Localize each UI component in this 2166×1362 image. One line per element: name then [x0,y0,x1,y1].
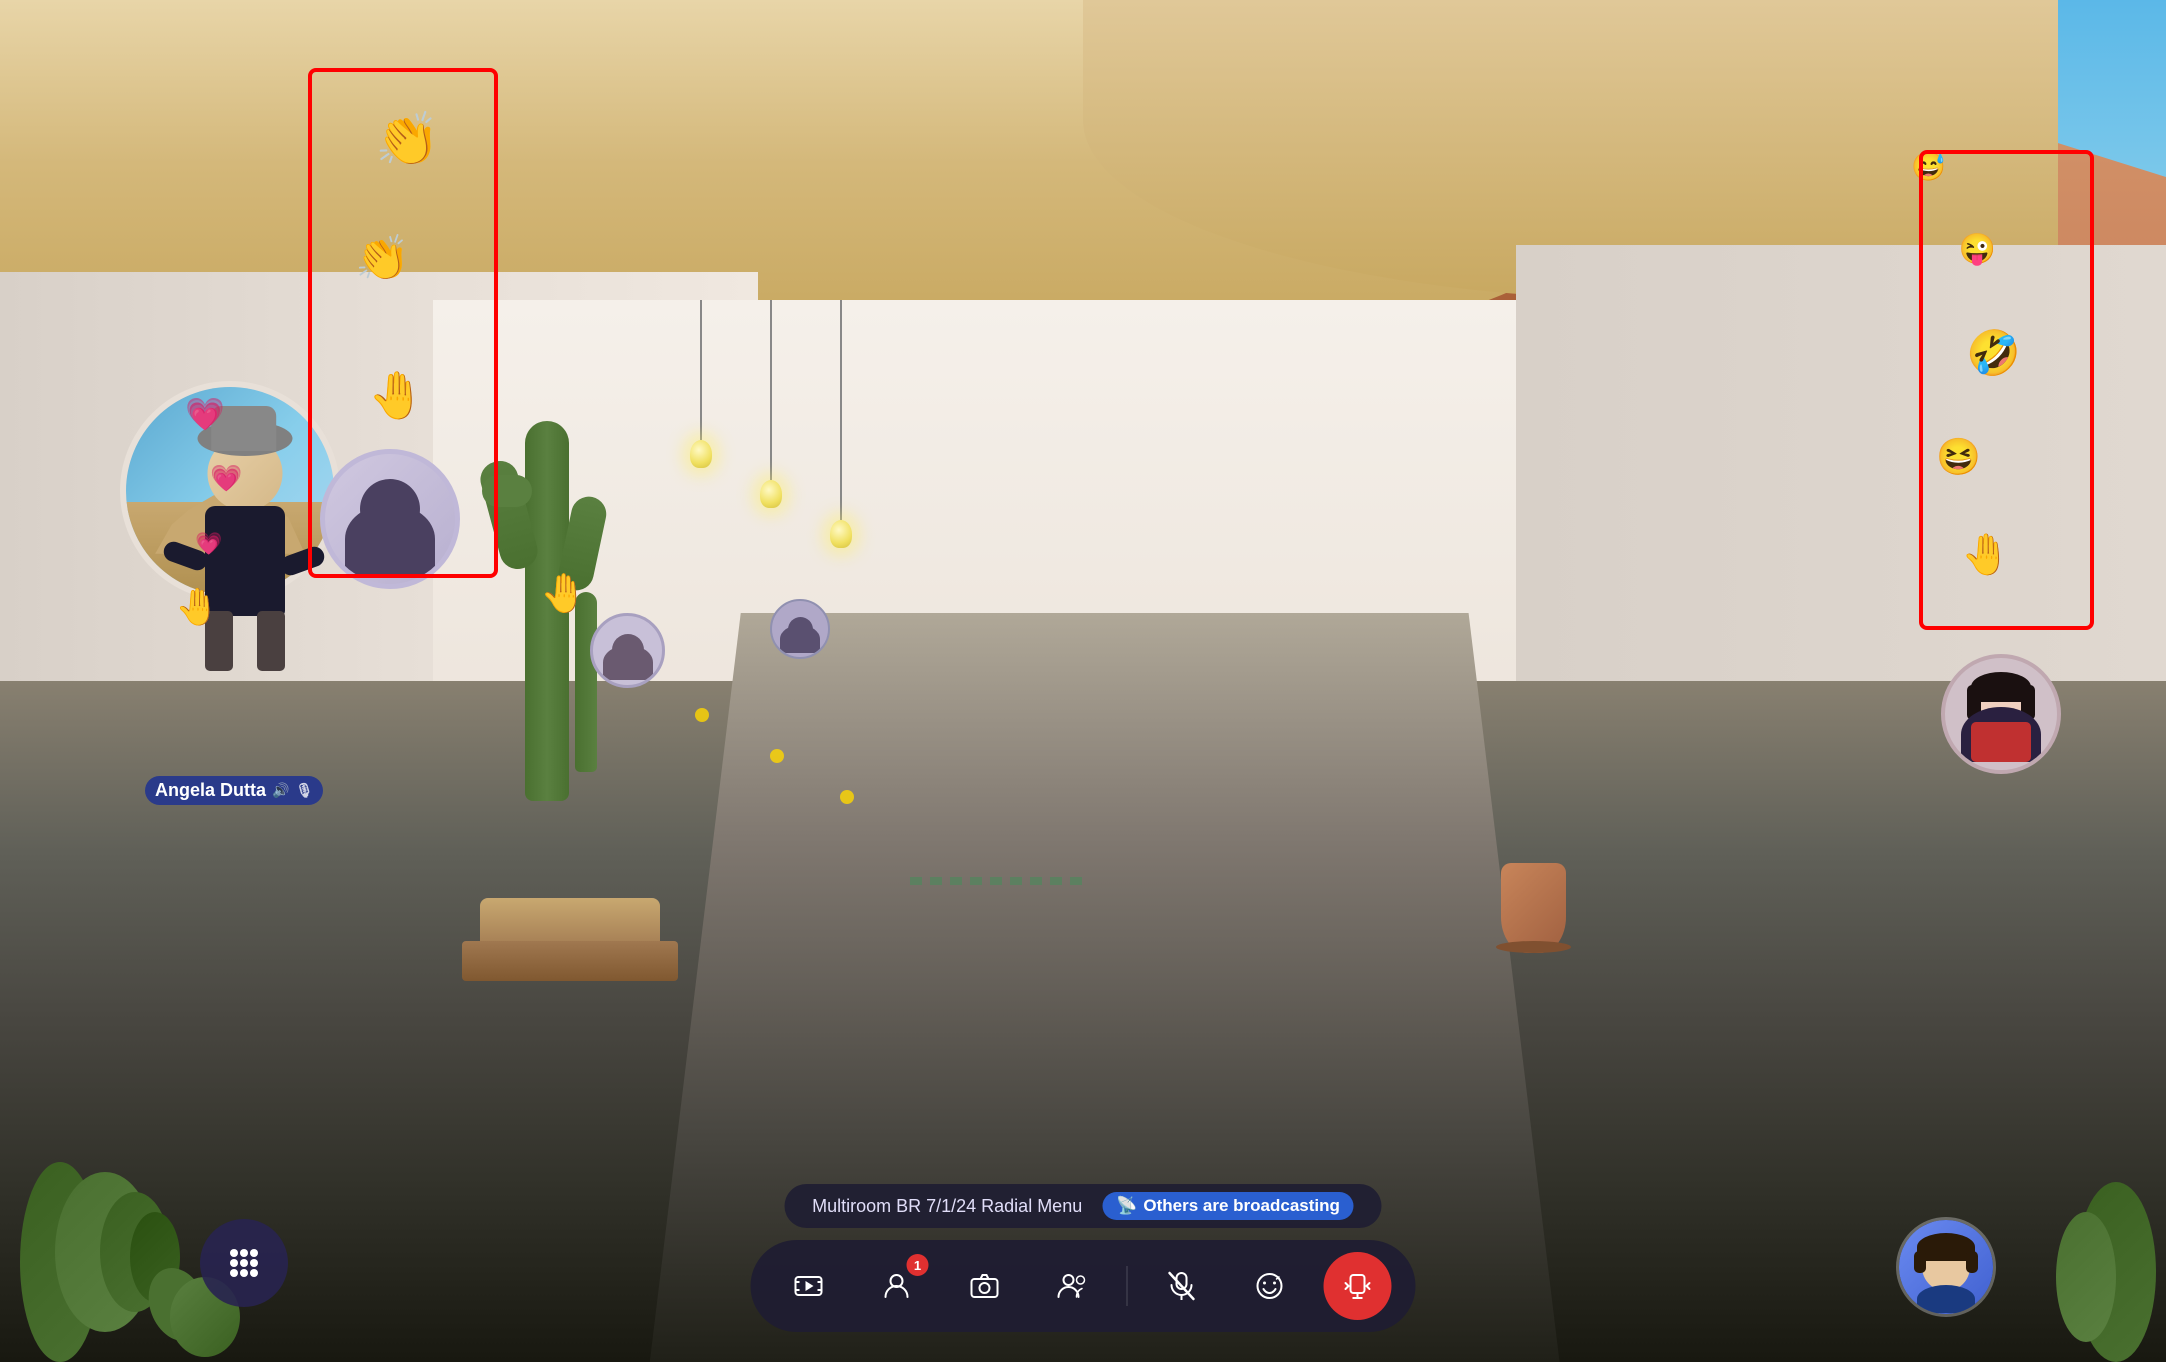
group-icon [1057,1271,1089,1301]
angela-avatar-figure [155,436,335,686]
grid-icon [224,1243,264,1283]
light-particle [840,790,854,804]
bench-base [462,941,678,981]
path-dots [910,877,1090,885]
room-name: Multiroom BR 7/1/24 Radial Menu [812,1196,1082,1217]
mute-button[interactable] [1148,1252,1216,1320]
toolbar-separator [1127,1266,1128,1306]
hanging-light-2 [760,300,782,508]
hanging-light-3 [830,300,852,548]
broadcast-icon-btn [1343,1271,1373,1301]
bg-avatar-1 [590,613,665,688]
angela-badge: 🔊 [272,782,289,799]
broadcast-button[interactable] [1324,1252,1392,1320]
group-button[interactable] [1039,1252,1107,1320]
toolbar-wrapper: Multiroom BR 7/1/24 Radial Menu 📡 Others… [751,1184,1416,1332]
angela-name-text: Angela Dutta [155,780,266,801]
plants-foreground-left [0,912,220,1362]
plants-foreground-right [2006,1062,2166,1362]
camera-button[interactable] [951,1252,1019,1320]
profile-button[interactable]: 1 [863,1252,931,1320]
emoji-icon [1255,1271,1285,1301]
right-avatar [1941,654,2061,774]
profile-badge: 1 [907,1254,929,1276]
broadcast-badge[interactable]: 📡 Others are broadcasting [1102,1192,1354,1220]
emoji-button[interactable] [1236,1252,1304,1320]
mute-icon [1168,1271,1196,1301]
center-avatar [320,449,460,589]
angela-mic-icon: 🎙 [295,782,313,799]
self-avatar[interactable] [1896,1217,1996,1317]
profile-icon [882,1271,912,1301]
light-particle [770,749,784,763]
hanging-light-1 [690,300,712,468]
bg-avatar-2 [770,599,830,659]
status-bar: Multiroom BR 7/1/24 Radial Menu 📡 Others… [784,1184,1382,1228]
film-icon [794,1271,824,1301]
camera-icon [970,1271,1000,1301]
main-toolbar: 1 [751,1240,1416,1332]
scene-background: Angela Dutta 🔊 🎙 👏 👏 [0,0,2166,1362]
vase [1501,863,1566,953]
broadcast-icon: 📡 [1116,1196,1137,1216]
broadcast-status-text: Others are broadcasting [1143,1196,1340,1216]
film-button[interactable] [775,1252,843,1320]
grid-menu-button[interactable] [200,1219,288,1307]
angela-nametag: Angela Dutta 🔊 🎙 [145,776,323,805]
